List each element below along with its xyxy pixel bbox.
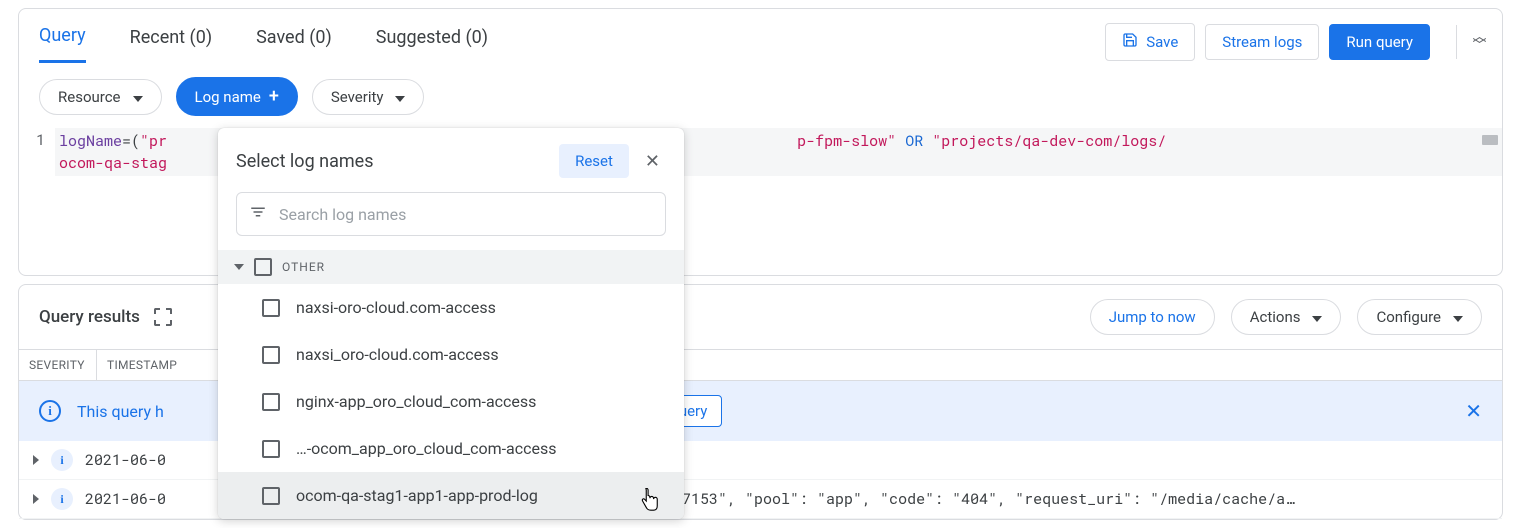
search-log-names-field[interactable]: [236, 192, 666, 236]
close-icon[interactable]: ✕: [639, 147, 666, 176]
log-group-header[interactable]: OTHER: [218, 250, 684, 284]
top-actions: Save Stream logs Run query ︿﹀: [1105, 23, 1484, 61]
expand-row-icon[interactable]: [33, 494, 39, 504]
resource-filter-pill[interactable]: Resource: [39, 79, 162, 115]
notice-text: This query h: [77, 402, 164, 421]
resource-label: Resource: [58, 88, 121, 106]
log-name-option[interactable]: ocom-qa-stag1-app1-app-prod-log: [218, 472, 684, 519]
severity-label: Severity: [331, 88, 384, 106]
filter-list-icon: [249, 203, 267, 225]
option-checkbox[interactable]: [262, 393, 280, 411]
fullscreen-icon[interactable]: [154, 308, 172, 326]
log-name-option[interactable]: naxsi-oro-cloud.com-access: [218, 284, 684, 331]
option-label: ocom-qa-stag1-app1-app-prod-log: [296, 486, 538, 505]
chevron-down-icon: [391, 88, 405, 106]
tab-recent[interactable]: Recent (0): [130, 19, 212, 62]
configure-menu[interactable]: Configure: [1357, 299, 1482, 335]
popover-title: Select log names: [236, 151, 549, 172]
line-gutter: 1: [19, 128, 55, 176]
log-name-selector-popover: Select log names Reset ✕ OTHER naxsi-oro…: [218, 128, 684, 519]
configure-label: Configure: [1376, 308, 1441, 326]
actions-menu[interactable]: Actions: [1231, 299, 1342, 335]
log-name-label: Log name: [195, 88, 261, 106]
col-timestamp: TIMESTAMP: [97, 350, 187, 380]
option-checkbox[interactable]: [262, 440, 280, 458]
option-label: naxsi_oro-cloud.com-access: [296, 345, 499, 364]
log-name-option[interactable]: nginx-app_oro_cloud_com-access: [218, 378, 684, 425]
save-button[interactable]: Save: [1105, 23, 1195, 61]
stream-logs-button[interactable]: Stream logs: [1205, 24, 1319, 60]
option-label: nginx-app_oro_cloud_com-access: [296, 392, 536, 411]
plus-icon: +: [269, 86, 279, 107]
save-label: Save: [1146, 33, 1178, 51]
log-name-option[interactable]: …-ocom_app_oro_cloud_com-access: [218, 425, 684, 472]
option-checkbox[interactable]: [262, 487, 280, 505]
tab-saved[interactable]: Saved (0): [256, 19, 332, 62]
actions-label: Actions: [1250, 308, 1301, 326]
jump-to-now-button[interactable]: Jump to now: [1090, 299, 1215, 335]
option-label: …-ocom_app_oro_cloud_com-access: [296, 439, 556, 458]
option-checkbox[interactable]: [262, 299, 280, 317]
expand-icon: ︿﹀: [1473, 33, 1487, 51]
chevron-down-icon: [234, 264, 244, 270]
group-checkbox[interactable]: [254, 258, 272, 276]
chevron-down-icon: [1449, 308, 1463, 326]
run-query-button[interactable]: Run query: [1329, 24, 1430, 60]
severity-info-icon: i: [51, 449, 73, 471]
tab-query[interactable]: Query: [39, 17, 86, 63]
chevron-down-icon: [129, 88, 143, 106]
close-icon[interactable]: ✕: [1465, 399, 1482, 423]
severity-filter-pill[interactable]: Severity: [312, 79, 425, 115]
expand-panel-toggle[interactable]: ︿﹀: [1456, 25, 1484, 59]
info-icon: i: [39, 400, 61, 422]
tab-suggested[interactable]: Suggested (0): [376, 19, 488, 62]
severity-info-icon: i: [51, 488, 73, 510]
chevron-down-icon: [1308, 308, 1322, 326]
option-label: naxsi-oro-cloud.com-access: [296, 298, 496, 317]
editor-minimap: [1482, 135, 1498, 145]
reset-button[interactable]: Reset: [559, 144, 629, 178]
group-label: OTHER: [282, 260, 325, 274]
log-timestamp: 2021-06-0: [85, 450, 166, 470]
log-timestamp: 2021-06-0: [85, 489, 166, 509]
log-name-options-list[interactable]: naxsi-oro-cloud.com-access naxsi_oro-clo…: [218, 284, 684, 519]
log-name-option[interactable]: naxsi_oro-cloud.com-access: [218, 331, 684, 378]
log-name-filter-pill[interactable]: Log name +: [176, 77, 298, 116]
results-title: Query results: [39, 307, 140, 327]
log-summary: "pid": "7153", "pool": "app", "code": "4…: [610, 489, 1488, 509]
option-checkbox[interactable]: [262, 346, 280, 364]
filter-pills-row: Resource Log name + Severity: [19, 63, 1502, 128]
save-icon: [1122, 32, 1138, 52]
search-input[interactable]: [279, 205, 653, 224]
col-severity: SEVERITY: [19, 350, 97, 380]
expand-row-icon[interactable]: [33, 455, 39, 465]
